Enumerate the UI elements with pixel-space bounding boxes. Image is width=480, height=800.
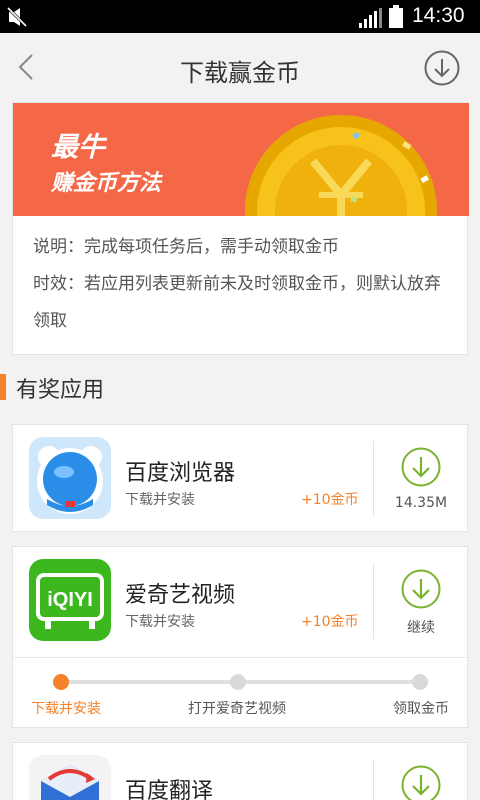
divider [373, 759, 374, 800]
banner-title: 最牛 [51, 132, 105, 163]
mute-icon [6, 6, 28, 28]
progress-dot-step-1 [53, 674, 69, 690]
continue-label[interactable]: 继续 [373, 617, 469, 637]
baidu-translate-app-icon: A [29, 755, 111, 800]
baidu-browser-app-icon [29, 437, 111, 519]
app-card-baidu-browser[interactable]: 百度浏览器 下载并安装 +10金币 14.35M [12, 424, 468, 532]
task-progress: 下载并安装 打开爱奇艺视频 领取金币 [13, 657, 469, 737]
description-line-2: 时效：若应用列表更新前未及时领取金币，则默认放弃领取 [33, 274, 441, 331]
page-title: 下载赢金币 [180, 59, 300, 87]
app-card-baidu-translate[interactable]: A 百度翻译 [12, 742, 468, 800]
battery-icon [389, 5, 403, 28]
app-name: 百度浏览器 [125, 461, 236, 486]
app-task: 下载并安装 [125, 614, 195, 630]
download-circle-icon[interactable] [424, 50, 460, 86]
download-icon[interactable] [401, 569, 441, 609]
description-line-1: 说明：完成每项任务后，需手动领取金币 [33, 237, 339, 257]
app-name: 百度翻译 [125, 779, 214, 800]
download-icon[interactable] [401, 447, 441, 487]
progress-step-1-label: 下载并安装 [31, 701, 101, 717]
gold-coin-illustration [245, 115, 437, 216]
section-accent-bar [0, 374, 6, 400]
progress-dot-step-3 [412, 674, 428, 690]
nav-bar: 下载赢金币 [0, 33, 480, 102]
banner-subtitle: 赚金币方法 [51, 171, 162, 196]
app-reward: +10金币 [301, 492, 359, 508]
download-icon[interactable] [401, 765, 441, 800]
svg-text:iQIYI: iQIYI [47, 589, 93, 611]
app-card-iqiyi[interactable]: iQIYI 爱奇艺视频 下载并安装 +10金币 继续 下载并安装 打开爱奇艺视频… [12, 546, 469, 728]
section-title: 有奖应用 [16, 378, 105, 403]
promo-banner[interactable]: 最牛 赚金币方法 [13, 103, 469, 216]
signal-icon [359, 8, 382, 28]
app-reward: +10金币 [301, 614, 359, 630]
iqiyi-app-icon: iQIYI [29, 559, 111, 641]
status-bar: 14:30 [0, 0, 480, 33]
progress-dot-step-2 [230, 674, 246, 690]
status-time: 14:30 [412, 4, 465, 27]
progress-step-3-label: 领取金币 [393, 701, 449, 717]
app-name: 爱奇艺视频 [125, 583, 236, 608]
app-task: 下载并安装 [125, 492, 195, 508]
description: 说明：完成每项任务后，需手动领取金币 时效：若应用列表更新前未及时领取金币，则默… [33, 229, 451, 340]
info-card: 最牛 赚金币方法 说明：完成每项任务后，需手动领取金币 时效：若应用列表更新前未… [12, 102, 469, 355]
file-size: 14.35M [394, 495, 448, 511]
progress-step-2-label: 打开爱奇艺视频 [188, 701, 286, 717]
